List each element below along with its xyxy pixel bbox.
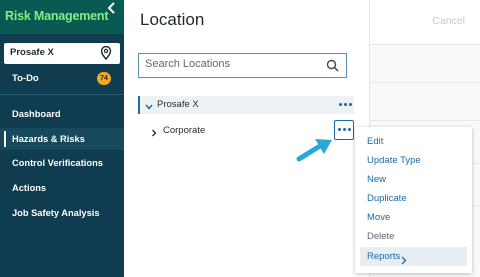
cancel-button[interactable]: Cancel bbox=[432, 15, 465, 27]
menu-item-reports[interactable]: Reports bbox=[360, 247, 467, 266]
todo-label: To-Do bbox=[12, 73, 39, 84]
sidebar-item-dashboard[interactable]: Dashboard bbox=[0, 103, 124, 125]
chevron-left-icon[interactable] bbox=[107, 2, 117, 14]
menu-item-label: Move bbox=[367, 212, 391, 223]
site-selector[interactable]: Prosafe X bbox=[4, 43, 120, 64]
menu-item-label: Edit bbox=[367, 136, 384, 147]
sidebar-item-label: Job Safety Analysis bbox=[12, 208, 100, 218]
sidebar-header: Risk Management bbox=[0, 0, 124, 34]
menu-item-delete: Delete bbox=[355, 227, 472, 246]
chevron-down-icon[interactable] bbox=[144, 99, 154, 110]
location-pin-icon bbox=[100, 45, 112, 61]
menu-item-update-type[interactable]: Update Type bbox=[355, 151, 472, 170]
page-title: Location bbox=[140, 10, 205, 29]
menu-item-label: Delete bbox=[367, 231, 395, 242]
search-icon[interactable] bbox=[326, 59, 339, 72]
menu-item-label: New bbox=[367, 174, 387, 185]
sidebar-item-label: Actions bbox=[12, 183, 47, 193]
menu-item-edit[interactable]: Edit bbox=[355, 132, 472, 151]
context-menu: Edit Update Type New Duplicate Move Dele… bbox=[355, 127, 472, 273]
sidebar-item-job-safety-analysis[interactable]: Job Safety Analysis bbox=[0, 202, 124, 224]
sidebar-item-label: Control Verifications bbox=[12, 158, 103, 168]
divider bbox=[369, 120, 480, 121]
sidebar-item-actions[interactable]: Actions bbox=[0, 177, 124, 199]
sidebar-item-hazards-risks[interactable]: Hazards & Risks bbox=[0, 128, 124, 150]
menu-item-new[interactable]: New bbox=[355, 170, 472, 189]
sidebar-divider bbox=[0, 94, 124, 95]
sidebar-item-todo[interactable]: To-Do 74 bbox=[0, 67, 124, 89]
search-input[interactable] bbox=[145, 58, 315, 70]
todo-count-badge: 74 bbox=[97, 72, 111, 85]
chevron-right-icon bbox=[401, 252, 407, 265]
search-box bbox=[138, 53, 347, 78]
menu-item-label: Reports bbox=[367, 251, 401, 262]
more-options-icon[interactable] bbox=[339, 103, 352, 106]
tree-node-label: Corporate bbox=[163, 125, 206, 136]
details-header: Cancel bbox=[369, 0, 480, 45]
tree-node-label: Prosafe X bbox=[157, 99, 199, 110]
site-name: Prosafe X bbox=[10, 47, 54, 58]
sidebar-item-control-verifications[interactable]: Control Verifications bbox=[0, 152, 124, 174]
more-options-icon bbox=[338, 128, 351, 131]
menu-item-label: Duplicate bbox=[367, 193, 407, 204]
menu-item-move[interactable]: Move bbox=[355, 208, 472, 227]
menu-item-duplicate[interactable]: Duplicate bbox=[355, 189, 472, 208]
more-options-button[interactable] bbox=[334, 120, 354, 140]
tree-node-root[interactable]: Prosafe X bbox=[138, 96, 354, 114]
callout-arrow-icon bbox=[296, 137, 334, 163]
sidebar-item-label: Dashboard bbox=[12, 109, 61, 119]
menu-item-label: Update Type bbox=[367, 155, 421, 166]
app-title: Risk Management bbox=[5, 9, 109, 23]
chevron-right-icon[interactable] bbox=[150, 125, 158, 137]
sidebar: Risk Management Prosafe X To-Do 74 Dashb… bbox=[0, 0, 124, 277]
divider bbox=[369, 82, 480, 83]
sidebar-item-label: Hazards & Risks bbox=[12, 134, 85, 144]
